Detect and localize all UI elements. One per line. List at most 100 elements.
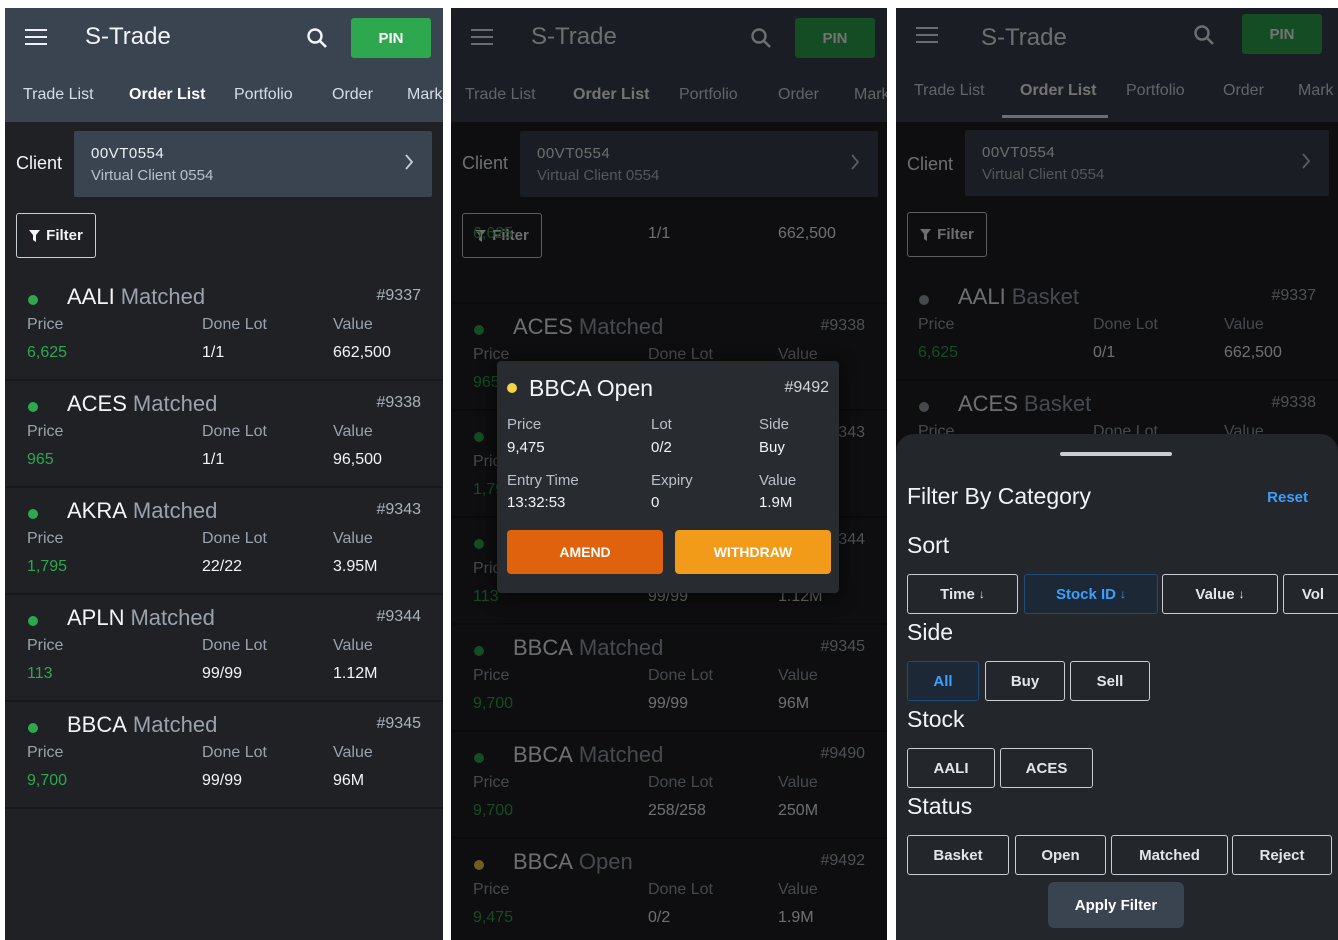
app-title: S-Trade [85, 23, 171, 50]
side-chip-all[interactable]: All [907, 661, 979, 701]
value-label: Value [778, 881, 818, 898]
tab-trade-list[interactable]: Trade List [23, 86, 94, 104]
client-label: Client [907, 154, 954, 174]
withdraw-button[interactable]: WITHDRAW [675, 530, 831, 574]
tab-portfolio[interactable]: Portfolio [234, 86, 293, 104]
menu-icon[interactable] [916, 27, 938, 43]
menu-icon[interactable] [25, 29, 47, 45]
status-dot [919, 402, 929, 412]
client-selector[interactable]: 00VT0554 Virtual Client 0554 [965, 130, 1329, 196]
order-row[interactable]: 6,625 1/1 662,500 [451, 197, 887, 304]
order-row[interactable]: BBCA Open #9492 Price 9,475 Done Lot 0/2 Value 1… [451, 839, 887, 940]
order-status: Matched [120, 284, 206, 309]
sort-chip-vol[interactable]: Vol [1283, 574, 1338, 614]
order-row[interactable]: APLNMatched #9344 Price 113 Done Lot 99/99 Val… [5, 595, 443, 702]
order-status: Matched [578, 314, 664, 339]
tab-market[interactable]: Mark [1298, 82, 1334, 100]
value-label: Value [778, 667, 818, 684]
done-lot-label: Done Lot [202, 316, 267, 333]
reset-button[interactable]: Reset [1267, 489, 1308, 506]
tab-trade-list[interactable]: Trade List [914, 82, 985, 100]
status-dot [474, 539, 484, 549]
popup-entry-time: 13:32:53 [507, 494, 566, 511]
order-status: Matched [130, 605, 215, 630]
price-label: Price [473, 774, 510, 791]
tab-portfolio[interactable]: Portfolio [1126, 82, 1185, 100]
order-row[interactable]: AALI Matched #9337 Price 6,625 Done Lot 1/1 Val… [5, 274, 443, 381]
stock-chip-aces[interactable]: ACES [1000, 748, 1093, 788]
sort-order-icon: ↓ [978, 587, 985, 601]
status-chip-basket[interactable]: Basket [907, 835, 1009, 875]
order-status: Open [578, 849, 633, 874]
order-symbol: AALI Matched [67, 284, 206, 309]
pin-button[interactable]: PIN [795, 18, 875, 58]
pin-button[interactable]: PIN [351, 18, 431, 58]
order-symbol: BBCA Open [513, 849, 633, 874]
order-row[interactable]: ACESMatched #9338 Price 965 Done Lot 1/1 Value… [5, 381, 443, 488]
status-dot [507, 383, 517, 393]
status-chip-label: Open [1041, 846, 1080, 864]
order-row[interactable]: BBCA Matched #9345 Price 9,700 Done Lot 99/99 V… [5, 702, 443, 809]
filter-button[interactable]: Filter [907, 212, 987, 257]
order-row[interactable]: BBCA Matched #9490 Price 9,700 Done Lot 258/25… [451, 732, 887, 839]
tab-portfolio[interactable]: Portfolio [679, 86, 738, 104]
search-icon[interactable] [750, 27, 772, 49]
tab-order-list[interactable]: Order List [1020, 82, 1096, 100]
done-lot-value: 1/1 [202, 451, 225, 468]
status-chip-reject[interactable]: Reject [1232, 835, 1332, 875]
tab-order[interactable]: Order [1223, 82, 1264, 100]
order-id: #9345 [376, 715, 422, 732]
order-row[interactable]: AKRAMatched #9343 Price 1,795 Done Lot 22/22 V… [5, 488, 443, 595]
status-chip-matched[interactable]: Matched [1111, 835, 1228, 875]
done-lot-label: Done Lot [202, 423, 267, 440]
sort-chip-value[interactable]: Value ↓ [1162, 574, 1278, 614]
pin-button[interactable]: PIN [1242, 14, 1322, 54]
status-chip-open[interactable]: Open [1015, 835, 1106, 875]
sheet-drag-handle[interactable] [1060, 452, 1172, 456]
order-symbol: ACES Matched [67, 391, 218, 416]
screen-order-detail: S-Trade PIN Trade List Order List Portfo… [451, 8, 887, 940]
price-value: 1,795 [27, 558, 68, 575]
order-symbol: BBCA Matched [67, 712, 218, 737]
order-row[interactable]: AALI Basket #9337 Price 6,625 Done Lot 0/1 Valu… [896, 274, 1338, 381]
apply-filter-button[interactable]: Apply Filter [1048, 882, 1184, 928]
value-value: 3.95M [333, 558, 378, 575]
order-symbol: AKRAMatched [67, 498, 218, 523]
stock-chip-aali[interactable]: AALI [907, 748, 995, 788]
sort-chip-stock-id[interactable]: Stock ID ↓ [1024, 574, 1158, 614]
tab-market[interactable]: Mark [407, 86, 443, 104]
order-status: Matched [132, 498, 218, 523]
side-chip-buy[interactable]: Buy [985, 661, 1065, 701]
menu-icon[interactable] [471, 29, 493, 45]
client-name: Virtual Client 0554 [91, 167, 214, 184]
value-label: Value [333, 530, 373, 547]
status-chip-label: Matched [1139, 846, 1200, 864]
tab-order[interactable]: Order [778, 86, 819, 104]
tab-order-list[interactable]: Order List [573, 86, 649, 104]
filter-label: Filter [46, 227, 83, 244]
amend-button[interactable]: AMEND [507, 530, 663, 574]
search-icon[interactable] [306, 27, 328, 49]
tab-order-list[interactable]: Order List [129, 86, 205, 104]
done-lot-value: 0/2 [648, 909, 671, 926]
order-id: #9337 [376, 287, 422, 304]
popup-value-label: Value [759, 472, 797, 489]
popup-lot: 0/2 [651, 439, 672, 456]
filter-button[interactable]: Filter [16, 213, 96, 258]
sort-chip-time[interactable]: Time ↓ [907, 574, 1018, 614]
value-value: 662,500 [333, 344, 391, 361]
client-selector[interactable]: 00VT0554 Virtual Client 0554 [74, 131, 432, 197]
tab-trade-list[interactable]: Trade List [465, 86, 536, 104]
done-lot-value: 1/1 [648, 225, 671, 242]
order-symbol: ACES Basket [958, 391, 1092, 416]
side-chip-sell[interactable]: Sell [1070, 661, 1150, 701]
tab-order[interactable]: Order [332, 86, 373, 104]
tab-market[interactable]: Mark [854, 86, 887, 104]
sheet-title: Filter By Category [907, 483, 1092, 509]
status-dot [474, 646, 484, 656]
status-dot [28, 509, 38, 519]
order-row[interactable]: BBCA Matched #9345 Price 9,700 Done Lot 99/99 V… [451, 625, 887, 732]
client-selector[interactable]: 00VT0554 Virtual Client 0554 [520, 131, 878, 197]
search-icon[interactable] [1193, 24, 1215, 46]
value-label: Value [1224, 316, 1264, 333]
